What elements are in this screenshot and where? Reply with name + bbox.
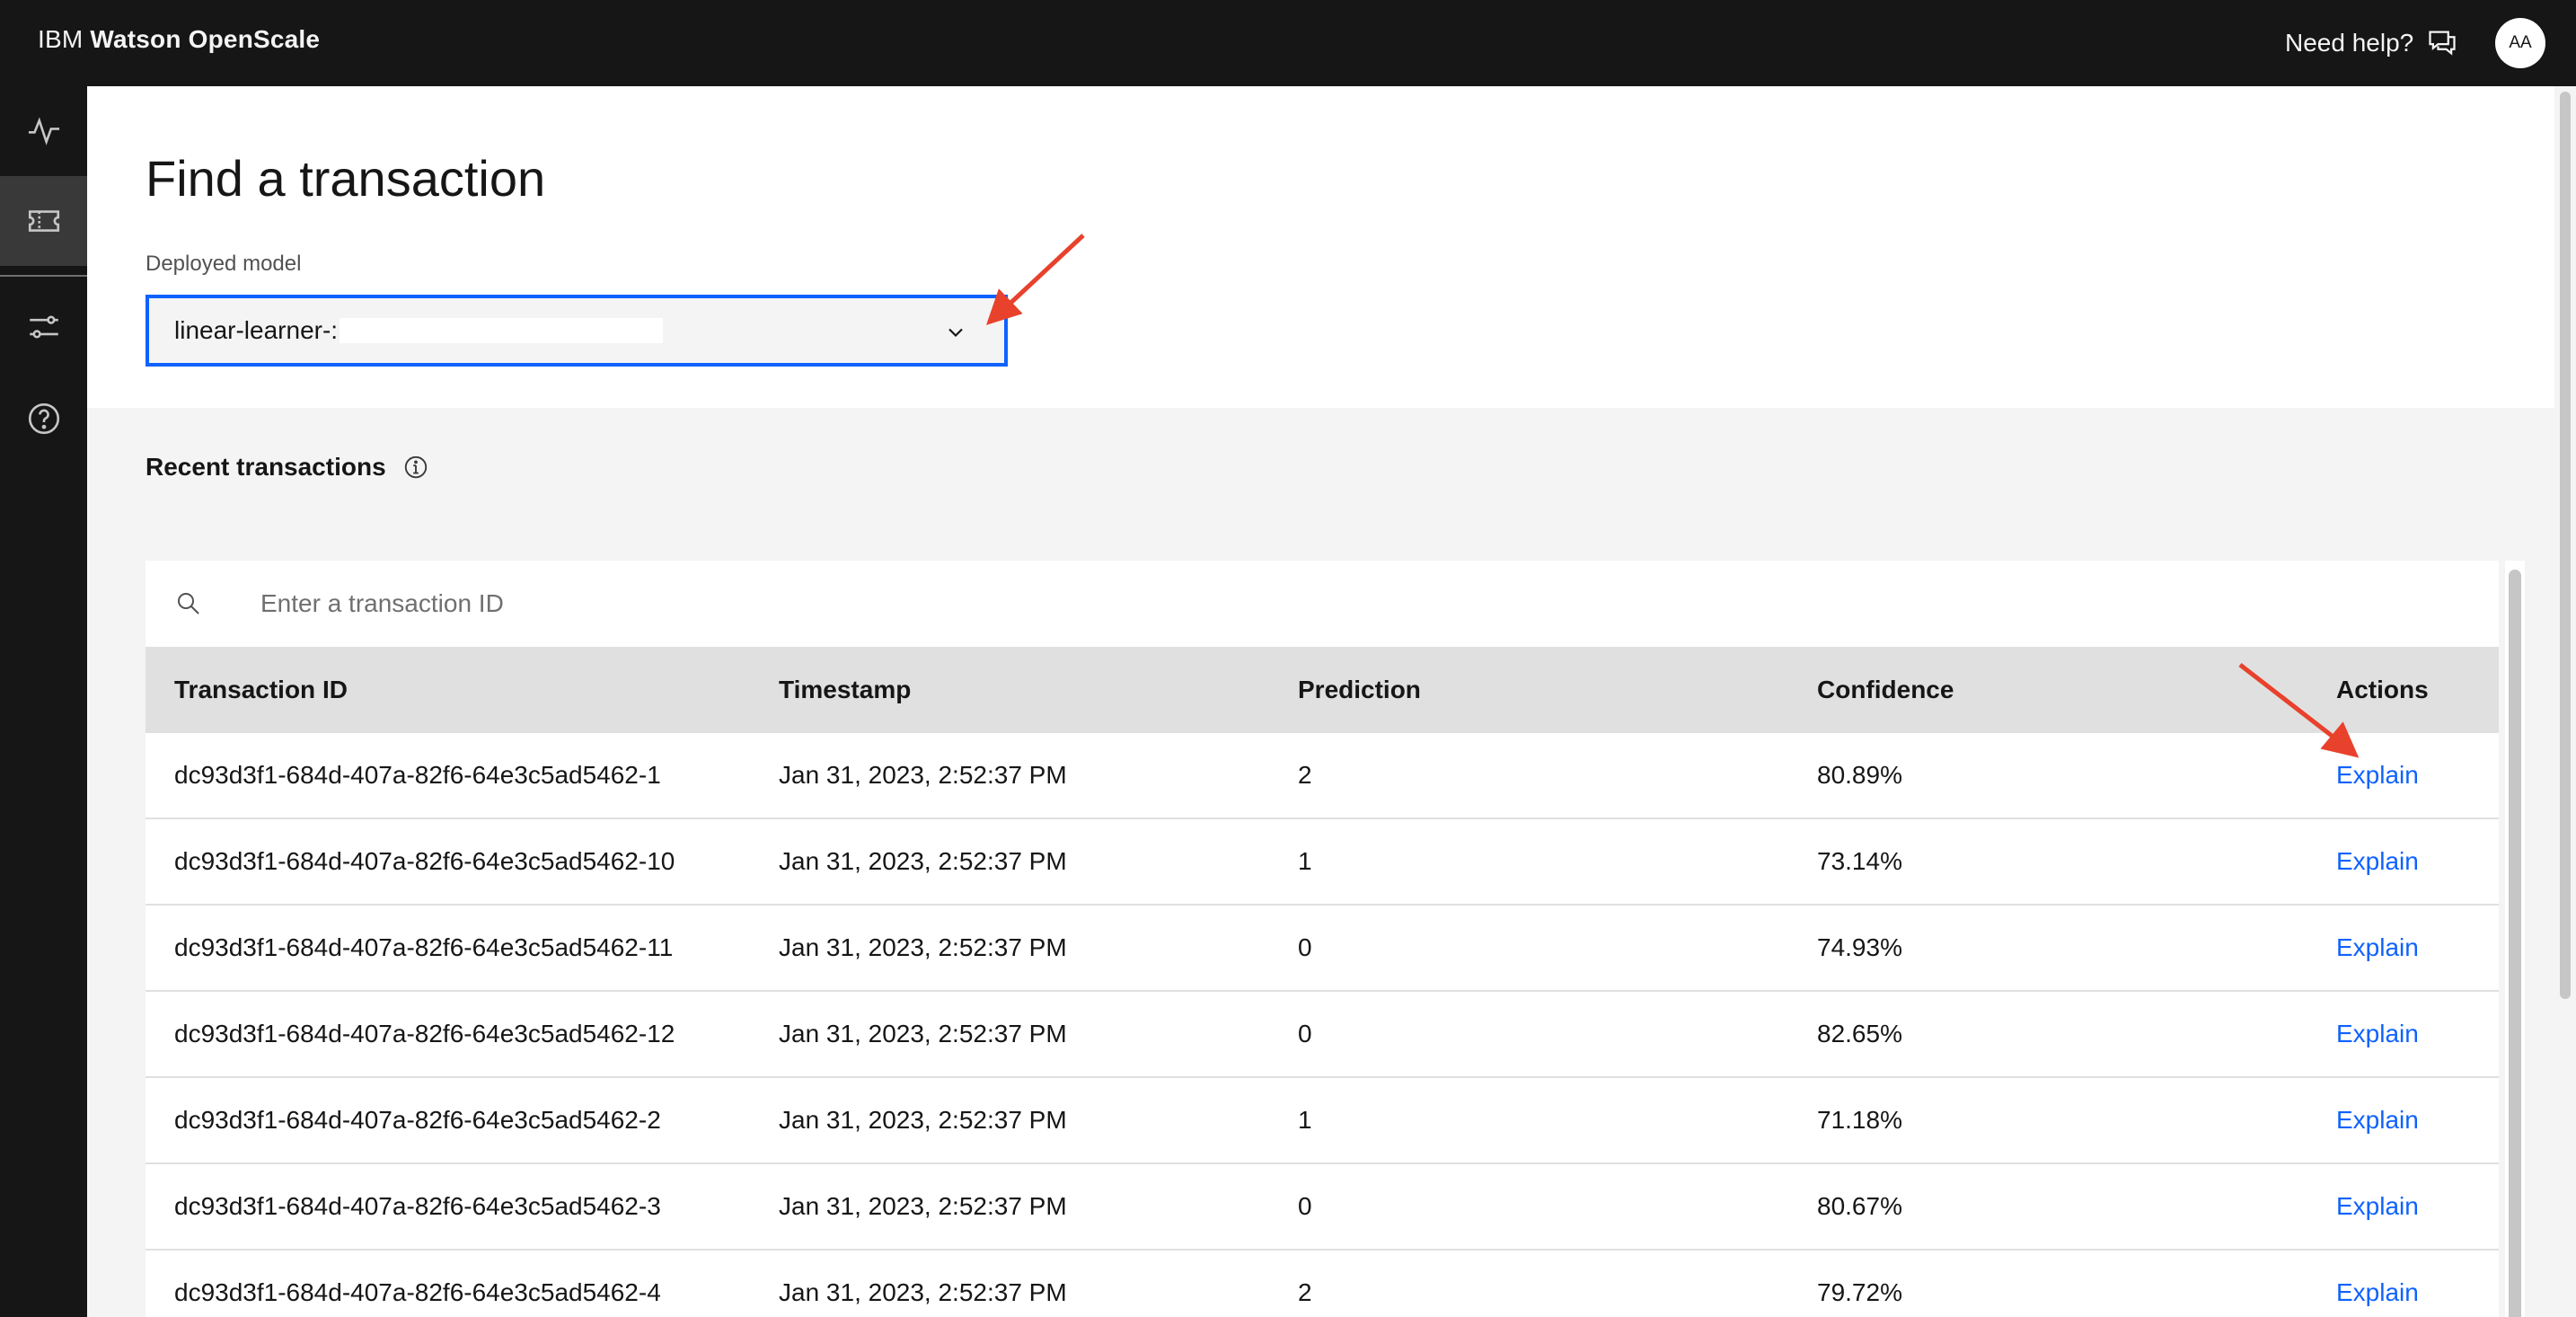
sliders-icon bbox=[29, 315, 58, 339]
page-scrollbar-thumb[interactable] bbox=[2560, 92, 2571, 999]
explain-link[interactable]: Explain bbox=[2336, 761, 2419, 789]
side-navigation bbox=[0, 86, 87, 1317]
explain-link[interactable]: Explain bbox=[2336, 1192, 2419, 1220]
table-header: Transaction ID Timestamp Prediction Conf… bbox=[146, 647, 2499, 733]
nav-divider bbox=[0, 275, 87, 277]
cell-prediction: 1 bbox=[1298, 1106, 1312, 1134]
cell-timestamp: Jan 31, 2023, 2:52:37 PM bbox=[779, 761, 1067, 789]
deployed-model-dropdown[interactable]: linear-learner-: bbox=[146, 295, 1008, 367]
cell-confidence: 80.67% bbox=[1817, 1192, 1902, 1220]
deployed-model-value: linear-learner-: bbox=[174, 316, 339, 344]
page-title: Find a transaction bbox=[146, 150, 546, 207]
cell-timestamp: Jan 31, 2023, 2:52:37 PM bbox=[779, 933, 1067, 961]
table-row: dc93d3f1-684d-407a-82f6-64e3c5ad5462-3 J… bbox=[146, 1164, 2499, 1251]
explain-link[interactable]: Explain bbox=[2336, 1106, 2419, 1134]
column-header-confidence[interactable]: Confidence bbox=[1817, 676, 2336, 704]
cell-transaction-id: dc93d3f1-684d-407a-82f6-64e3c5ad5462-11 bbox=[174, 933, 674, 961]
table-row: dc93d3f1-684d-407a-82f6-64e3c5ad5462-11 … bbox=[146, 906, 2499, 992]
explain-link[interactable]: Explain bbox=[2336, 847, 2419, 875]
transactions-table: Enter a transaction ID Transaction ID Ti… bbox=[146, 561, 2499, 1317]
nav-item-transactions[interactable] bbox=[0, 176, 87, 266]
user-avatar[interactable]: AA bbox=[2495, 18, 2545, 68]
recent-transactions-title: Recent transactions bbox=[146, 453, 386, 481]
brand-logo[interactable]: IBM Watson OpenScale bbox=[38, 25, 320, 54]
table-scrollbar-thumb[interactable] bbox=[2509, 570, 2521, 1317]
cell-transaction-id: dc93d3f1-684d-407a-82f6-64e3c5ad5462-1 bbox=[174, 761, 661, 789]
cell-prediction: 2 bbox=[1298, 761, 1312, 789]
page-scrollbar[interactable] bbox=[2554, 86, 2576, 1317]
cell-confidence: 74.93% bbox=[1817, 933, 1902, 961]
brand-prefix: IBM bbox=[38, 25, 84, 53]
explain-link[interactable]: Explain bbox=[2336, 1020, 2419, 1047]
table-row: dc93d3f1-684d-407a-82f6-64e3c5ad5462-4 J… bbox=[146, 1251, 2499, 1317]
table-row: dc93d3f1-684d-407a-82f6-64e3c5ad5462-2 J… bbox=[146, 1078, 2499, 1164]
cell-prediction: 0 bbox=[1298, 933, 1312, 961]
table-row: dc93d3f1-684d-407a-82f6-64e3c5ad5462-1 J… bbox=[146, 733, 2499, 819]
top-header: IBM Watson OpenScale Need help? AA bbox=[0, 0, 2576, 86]
nav-item-insights[interactable] bbox=[0, 86, 87, 176]
chevron-down-icon bbox=[948, 328, 963, 338]
cell-timestamp: Jan 31, 2023, 2:52:37 PM bbox=[779, 1020, 1067, 1047]
need-help-label: Need help? bbox=[2285, 29, 2414, 57]
cell-prediction: 0 bbox=[1298, 1192, 1312, 1220]
explain-link[interactable]: Explain bbox=[2336, 933, 2419, 961]
chat-icon bbox=[2429, 31, 2456, 56]
cell-prediction: 0 bbox=[1298, 1020, 1312, 1047]
cell-timestamp: Jan 31, 2023, 2:52:37 PM bbox=[779, 1278, 1067, 1306]
need-help-link[interactable]: Need help? bbox=[2285, 27, 2458, 59]
explain-link[interactable]: Explain bbox=[2336, 1278, 2419, 1306]
cell-confidence: 73.14% bbox=[1817, 847, 1902, 875]
cell-confidence: 80.89% bbox=[1817, 761, 1902, 789]
help-circle-icon bbox=[28, 402, 59, 435]
ticket-icon bbox=[28, 210, 59, 232]
brand-product: Watson OpenScale bbox=[90, 25, 321, 53]
deployed-model-label: Deployed model bbox=[146, 252, 302, 276]
table-scrollbar[interactable] bbox=[2505, 561, 2525, 1317]
main-content: Find a transaction Deployed model linear… bbox=[87, 86, 2554, 1317]
cell-transaction-id: dc93d3f1-684d-407a-82f6-64e3c5ad5462-3 bbox=[174, 1192, 661, 1220]
find-transaction-panel: Find a transaction Deployed model linear… bbox=[87, 86, 2554, 408]
transaction-search[interactable]: Enter a transaction ID bbox=[146, 561, 2499, 647]
cell-transaction-id: dc93d3f1-684d-407a-82f6-64e3c5ad5462-12 bbox=[174, 1020, 675, 1047]
column-header-actions: Actions bbox=[2336, 676, 2429, 703]
column-header-transaction-id[interactable]: Transaction ID bbox=[146, 676, 779, 704]
recent-transactions-heading: Recent transactions bbox=[146, 453, 429, 482]
cell-transaction-id: dc93d3f1-684d-407a-82f6-64e3c5ad5462-4 bbox=[174, 1278, 661, 1306]
cell-transaction-id: dc93d3f1-684d-407a-82f6-64e3c5ad5462-10 bbox=[174, 847, 675, 875]
cell-confidence: 82.65% bbox=[1817, 1020, 1902, 1047]
cell-timestamp: Jan 31, 2023, 2:52:37 PM bbox=[779, 847, 1067, 875]
activity-icon bbox=[28, 117, 59, 146]
cell-confidence: 71.18% bbox=[1817, 1106, 1902, 1134]
column-header-prediction[interactable]: Prediction bbox=[1298, 676, 1817, 704]
cell-prediction: 1 bbox=[1298, 847, 1312, 875]
search-input[interactable]: Enter a transaction ID bbox=[260, 589, 504, 618]
info-icon[interactable] bbox=[402, 454, 429, 481]
app-window: IBM Watson OpenScale Need help? AA Find … bbox=[0, 0, 2576, 1317]
search-icon bbox=[178, 593, 199, 614]
table-row: dc93d3f1-684d-407a-82f6-64e3c5ad5462-12 … bbox=[146, 992, 2499, 1078]
table-row: dc93d3f1-684d-407a-82f6-64e3c5ad5462-10 … bbox=[146, 819, 2499, 906]
column-header-timestamp[interactable]: Timestamp bbox=[779, 676, 1298, 704]
cell-timestamp: Jan 31, 2023, 2:52:37 PM bbox=[779, 1192, 1067, 1220]
cell-prediction: 2 bbox=[1298, 1278, 1312, 1306]
redacted-region bbox=[340, 318, 664, 343]
cell-timestamp: Jan 31, 2023, 2:52:37 PM bbox=[779, 1106, 1067, 1134]
nav-item-configure[interactable] bbox=[0, 282, 87, 372]
nav-item-help[interactable] bbox=[0, 374, 87, 464]
cell-transaction-id: dc93d3f1-684d-407a-82f6-64e3c5ad5462-2 bbox=[174, 1106, 661, 1134]
cell-confidence: 79.72% bbox=[1817, 1278, 1902, 1306]
